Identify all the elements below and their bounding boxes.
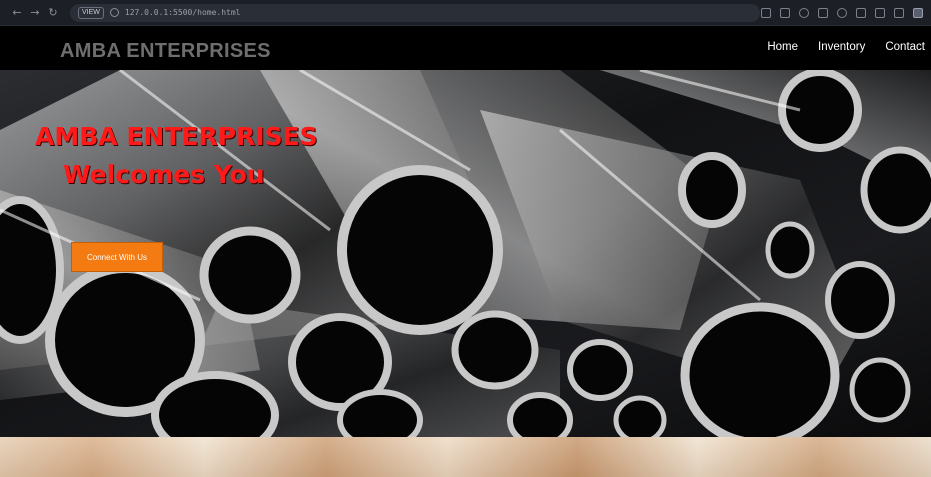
reload-icon[interactable]: ↻	[44, 6, 62, 19]
profile-icon[interactable]	[875, 7, 885, 18]
shield-icon[interactable]	[837, 7, 847, 18]
camera-icon[interactable]	[780, 7, 790, 18]
globe-icon[interactable]	[799, 7, 809, 18]
grid-icon[interactable]	[761, 7, 771, 18]
url-text[interactable]: 127.0.0.1:5500/home.html	[125, 8, 241, 17]
extension-icons	[761, 7, 923, 18]
site-info-icon[interactable]	[109, 8, 119, 17]
play-icon[interactable]	[818, 7, 828, 18]
browser-toolbar: ← → ↻ VIEW 127.0.0.1:5500/home.html	[0, 0, 931, 26]
forward-icon[interactable]: →	[26, 6, 44, 19]
next-section-overlay	[0, 437, 931, 477]
hero-title: AMBA ENTERPRISES Welcomes You	[35, 118, 318, 194]
hero-banner: AMBA ENTERPRISES Welcomes You Connect Wi…	[0, 70, 931, 437]
nav-contact[interactable]: Contact	[885, 41, 925, 53]
hero-title-line1: AMBA ENTERPRISES	[35, 122, 318, 151]
hero-title-line2: Welcomes You	[63, 160, 265, 189]
next-section-image	[0, 437, 931, 477]
sidebar-icon[interactable]	[894, 7, 904, 18]
view-badge[interactable]: VIEW	[78, 6, 104, 19]
address-bar[interactable]: VIEW 127.0.0.1:5500/home.html	[70, 3, 760, 22]
back-icon[interactable]: ←	[8, 6, 26, 19]
download-icon[interactable]	[856, 7, 866, 18]
nav-inventory[interactable]: Inventory	[818, 41, 865, 53]
main-nav: Home Inventory Contact	[767, 41, 925, 53]
brand-logo[interactable]: AMBA ENTERPRISES	[60, 40, 271, 63]
extension-active-icon[interactable]	[913, 7, 923, 18]
nav-home[interactable]: Home	[767, 41, 798, 53]
connect-with-us-button[interactable]: Connect With Us	[71, 242, 163, 272]
site-header: AMBA ENTERPRISES Home Inventory Contact	[0, 26, 931, 70]
